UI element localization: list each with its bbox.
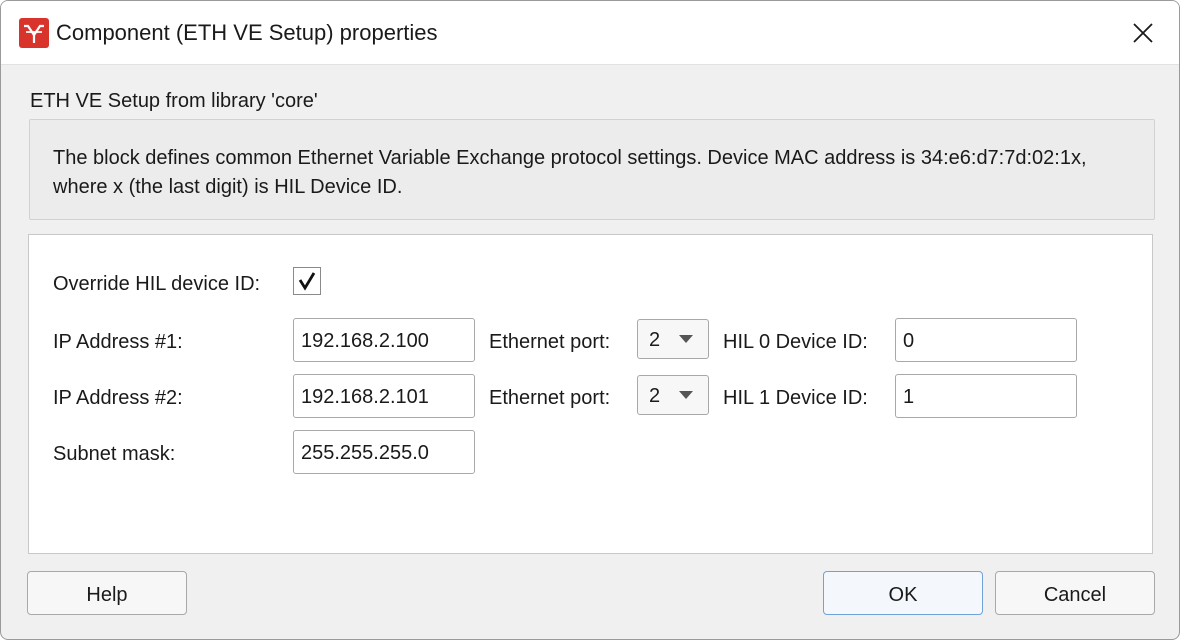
ip1-label: IP Address #1: xyxy=(53,331,183,353)
hil1-label: HIL 1 Device ID: xyxy=(723,387,868,409)
subnet-label: Subnet mask: xyxy=(53,443,176,465)
hil0-label: HIL 0 Device ID: xyxy=(723,331,868,353)
override-label: Override HIL device ID: xyxy=(53,273,261,295)
ok-button[interactable]: OK xyxy=(823,571,983,615)
ip2-label: IP Address #2: xyxy=(53,387,183,409)
port1-label: Ethernet port: xyxy=(489,331,611,353)
port2-label: Ethernet port: xyxy=(489,387,611,409)
properties-dialog: Component (ETH VE Setup) properties ETH … xyxy=(0,0,1180,640)
help-button[interactable]: Help xyxy=(27,571,187,615)
description-box: The block defines common Ethernet Variab… xyxy=(29,119,1155,220)
typhoon-logo-icon xyxy=(19,18,49,48)
close-icon[interactable] xyxy=(1132,22,1154,44)
port1-value: 2 xyxy=(649,329,661,351)
settings-panel: Override HIL device ID: IP Address #1: 1… xyxy=(28,234,1153,554)
checkmark-icon xyxy=(298,272,316,291)
override-checkbox[interactable] xyxy=(293,267,321,295)
ip1-input[interactable]: 192.168.2.100 xyxy=(293,318,475,362)
subnet-input[interactable]: 255.255.255.0 xyxy=(293,430,475,474)
port2-select[interactable]: 2 xyxy=(637,375,709,415)
library-label: ETH VE Setup from library 'core' xyxy=(30,90,318,112)
chevron-down-icon xyxy=(679,391,693,399)
window-title: Component (ETH VE Setup) properties xyxy=(56,20,438,45)
port1-select[interactable]: 2 xyxy=(637,319,709,359)
ip2-input[interactable]: 192.168.2.101 xyxy=(293,374,475,418)
hil0-input[interactable]: 0 xyxy=(895,318,1077,362)
close-button[interactable] xyxy=(1119,13,1167,53)
cancel-button[interactable]: Cancel xyxy=(995,571,1155,615)
chevron-down-icon xyxy=(679,335,693,343)
title-bar: Component (ETH VE Setup) properties xyxy=(1,1,1179,65)
description-text: The block defines common Ethernet Variab… xyxy=(53,147,1087,198)
hil1-input[interactable]: 1 xyxy=(895,374,1077,418)
port2-value: 2 xyxy=(649,385,661,407)
